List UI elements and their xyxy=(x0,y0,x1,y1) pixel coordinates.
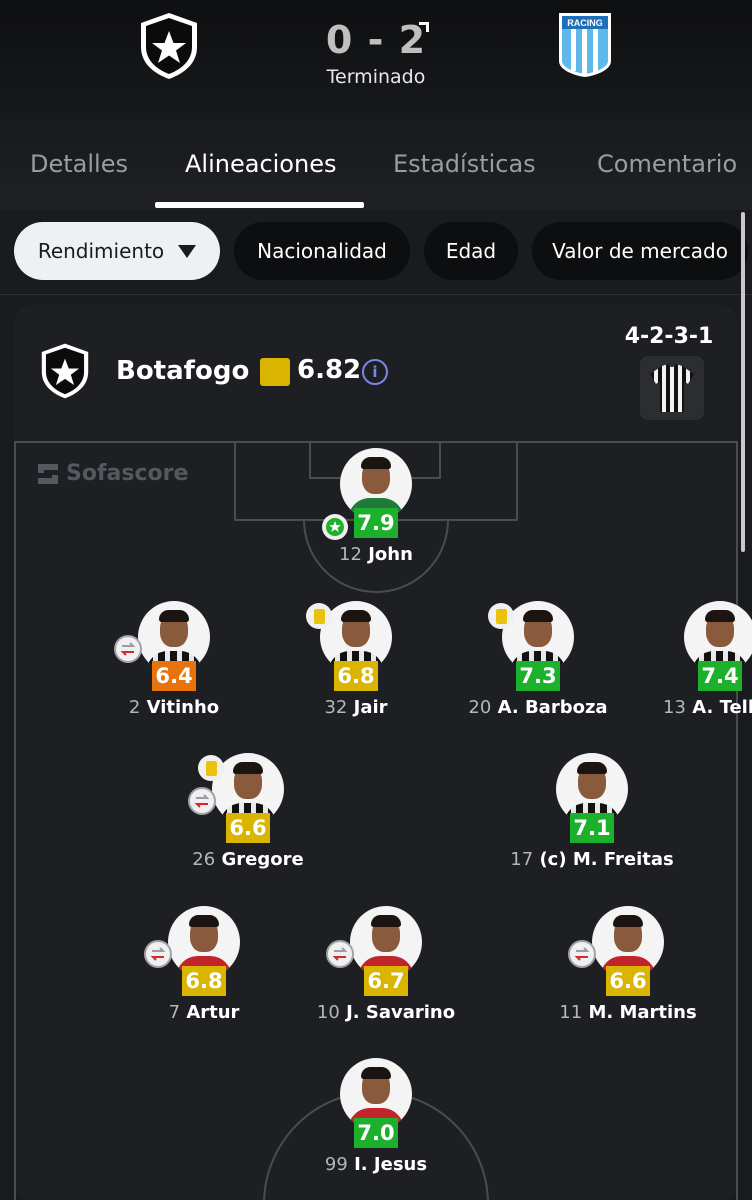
player-name: M. Martins xyxy=(588,1002,697,1023)
player-name: John xyxy=(368,544,413,565)
info-icon[interactable]: i xyxy=(362,359,388,385)
football-pitch: Sofascore 7.9 12 John 6.4 2 Vitinho 6.8 … xyxy=(14,441,752,1200)
player-number: 17 xyxy=(510,849,534,870)
botafogo-crest-icon xyxy=(41,343,89,399)
player-number: 99 xyxy=(324,1154,348,1175)
team-formation: 4-2-3-1 xyxy=(624,324,714,349)
player-name: Gregore xyxy=(221,849,304,870)
player-name: (c) M. Freitas xyxy=(539,849,674,870)
substitution-icon xyxy=(114,635,142,663)
player-marker[interactable]: 7.4 13 A. Telles xyxy=(620,601,752,731)
player-name: Artur xyxy=(186,1002,240,1023)
player-rating: 6.6 xyxy=(606,966,650,996)
player-name-label: 11 M. Martins xyxy=(508,1002,748,1023)
substitution-icon xyxy=(568,940,596,968)
racing-crest-icon: RACING xyxy=(559,13,611,77)
player-rating: 6.8 xyxy=(334,661,378,691)
botafogo-crest-icon xyxy=(141,13,197,79)
match-status: Terminado xyxy=(326,66,426,88)
active-tab-indicator xyxy=(155,202,364,208)
chip-edad[interactable]: Edad xyxy=(424,222,518,280)
scrollbar[interactable] xyxy=(741,212,745,552)
player-name: I. Jesus xyxy=(354,1154,428,1175)
player-number: 2 xyxy=(128,697,141,718)
substitution-icon xyxy=(326,940,354,968)
player-name-label: 17 (c) M. Freitas xyxy=(472,849,712,870)
divider xyxy=(0,294,752,295)
player-marker[interactable]: 6.6 26 Gregore xyxy=(148,753,348,883)
substitution-icon xyxy=(144,940,172,968)
sofascore-watermark: Sofascore xyxy=(36,461,188,486)
away-team-crest[interactable]: RACING xyxy=(550,8,620,80)
player-number: 12 xyxy=(339,544,362,565)
player-marker[interactable]: 7.1 17 (c) M. Freitas xyxy=(492,753,692,883)
player-name-label: 10 J. Savarino xyxy=(266,1002,506,1023)
player-rating: 7.0 xyxy=(354,1118,398,1148)
chip-rendimiento[interactable]: Rendimiento xyxy=(14,222,220,280)
chip-rendimiento-label: Rendimiento xyxy=(37,239,165,263)
player-name: J. Savarino xyxy=(346,1002,456,1023)
home-score: 0 xyxy=(325,18,354,62)
yellow-card-icon xyxy=(488,603,514,629)
lineup-filter-chips: Rendimiento Nacionalidad Edad Valor de m… xyxy=(0,222,752,282)
player-number: 26 xyxy=(192,849,216,870)
match-tabs: Detalles Alineaciones Estadísticas Comen… xyxy=(0,140,752,208)
player-rating: 6.7 xyxy=(364,966,408,996)
dropdown-caret-icon xyxy=(178,244,197,258)
tab-estadisticas[interactable]: Estadísticas xyxy=(393,150,536,178)
player-rating: 7.4 xyxy=(698,661,742,691)
chip-nacionalidad[interactable]: Nacionalidad xyxy=(234,222,410,280)
yellow-card-icon xyxy=(198,755,224,781)
away-win-marker-icon xyxy=(419,22,429,32)
player-name-label: 26 Gregore xyxy=(128,849,368,870)
player-rating: 6.6 xyxy=(226,813,270,843)
lineup-card: Botafogo 6.82 i 4-2-3-1 Sofascore 7.9 12… xyxy=(14,304,752,1200)
team-rating-color-icon xyxy=(260,358,290,386)
jersey-icon xyxy=(650,364,694,412)
team-kit xyxy=(640,356,704,420)
home-team-crest[interactable] xyxy=(134,10,204,82)
player-rating: 7.3 xyxy=(516,661,560,691)
player-name: Vitinho xyxy=(146,697,220,718)
player-number: 20 xyxy=(468,697,492,718)
player-marker[interactable]: 6.7 10 J. Savarino xyxy=(286,906,486,1036)
team-average-rating: 6.82 xyxy=(297,355,362,385)
tab-detalles[interactable]: Detalles xyxy=(30,150,128,178)
player-number: 7 xyxy=(168,1002,181,1023)
player-rating: 6.4 xyxy=(152,661,196,691)
player-name-label: 99 I. Jesus xyxy=(256,1154,496,1175)
chip-valor-de-mercado[interactable]: Valor de mercado xyxy=(532,222,748,280)
player-name: A. Barboza xyxy=(497,697,608,718)
player-name-label: 12 John xyxy=(256,544,496,565)
racing-crest-text: RACING xyxy=(567,18,603,28)
substitution-icon xyxy=(188,787,216,815)
player-number: 13 xyxy=(663,697,686,718)
watermark-text: Sofascore xyxy=(66,461,189,486)
player-number: 10 xyxy=(316,1002,340,1023)
team-header: Botafogo 6.82 i 4-2-3-1 xyxy=(14,304,738,440)
player-marker[interactable]: 7.9 12 John xyxy=(276,448,476,578)
team-name: Botafogo xyxy=(116,356,250,386)
player-name-label: 13 A. Telles xyxy=(600,697,752,718)
player-name: Jair xyxy=(353,697,388,718)
tab-alineaciones[interactable]: Alineaciones xyxy=(185,150,336,178)
player-name: A. Telles xyxy=(692,697,752,718)
man-of-the-match-star-icon xyxy=(322,514,348,540)
yellow-card-icon xyxy=(306,603,332,629)
player-rating: 7.9 xyxy=(354,508,398,538)
player-rating: 6.8 xyxy=(182,966,226,996)
player-rating: 7.1 xyxy=(570,813,614,843)
score-separator: - xyxy=(367,18,385,62)
player-number: 11 xyxy=(559,1002,583,1023)
tab-comentario[interactable]: Comentario xyxy=(597,150,737,178)
sofascore-logo-icon xyxy=(38,463,58,484)
scoreline: 0 - 2 xyxy=(300,18,452,62)
player-number: 32 xyxy=(324,697,348,718)
player-marker[interactable]: 7.0 99 I. Jesus xyxy=(276,1058,476,1188)
player-marker[interactable]: 6.6 11 M. Martins xyxy=(528,906,728,1036)
match-header: 0 - 2 Terminado RACING Detalles Alineaci… xyxy=(0,0,752,210)
